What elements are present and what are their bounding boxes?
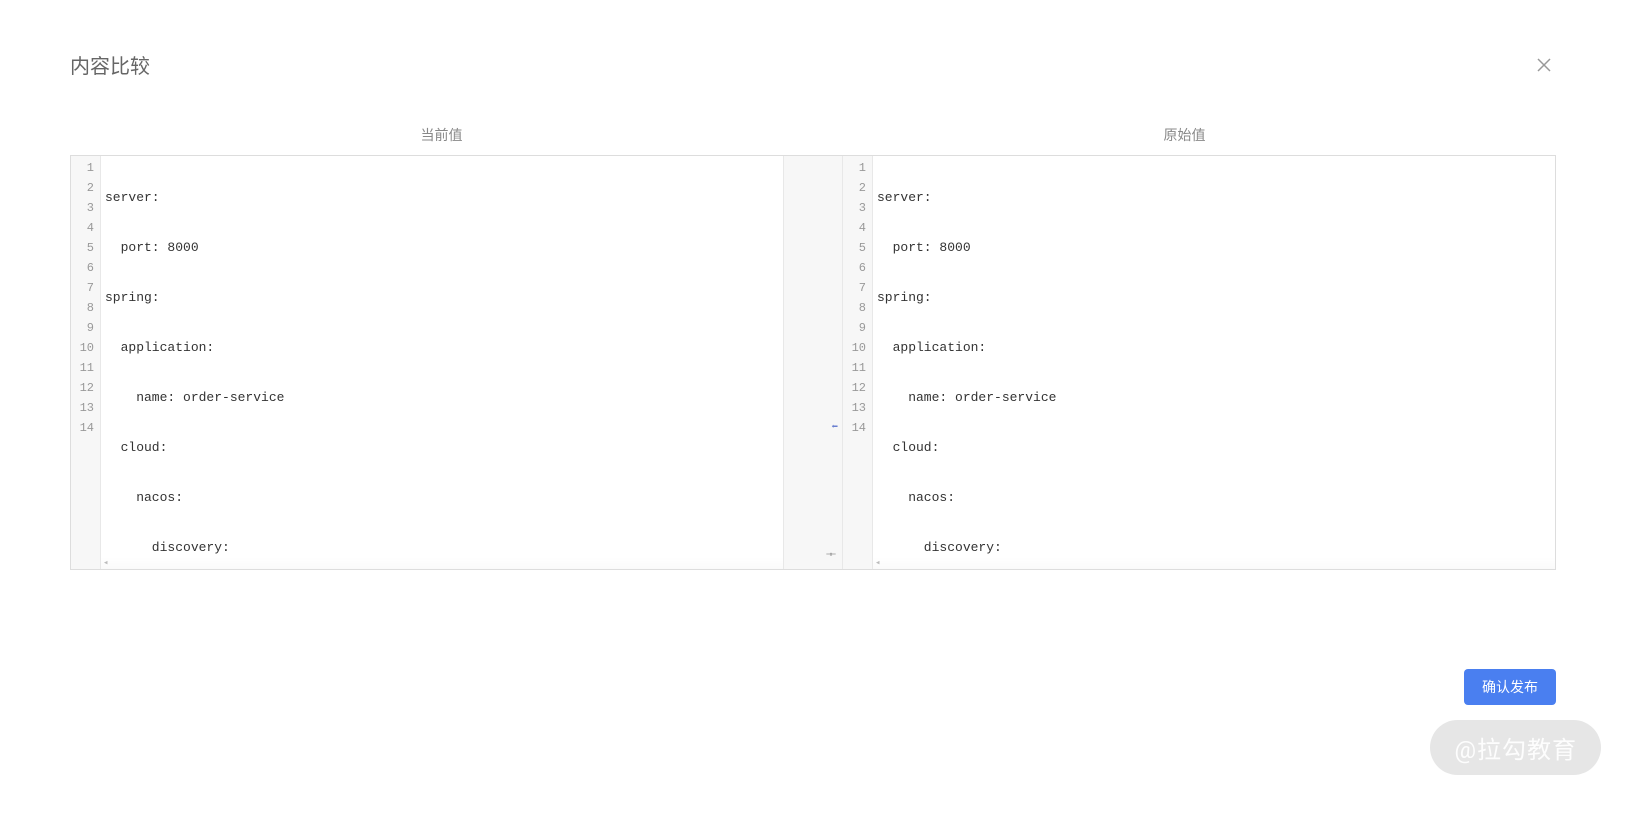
code-line: nacos: [873,488,1555,508]
line-number: 2 [843,178,872,198]
right-gutter: 1 2 3 4 5 6 7 8 9 10 11 12 13 14 [843,156,873,569]
line-number: 11 [843,358,872,378]
line-number: 8 [843,298,872,318]
code-line: server: [101,188,783,208]
diff-container: 1 2 3 4 5 6 7 8 9 10 11 12 13 14 server:… [70,155,1556,570]
left-diff-pane[interactable]: 1 2 3 4 5 6 7 8 9 10 11 12 13 14 server:… [71,156,783,569]
line-number: 12 [71,378,100,398]
diff-modal: 内容比较 当前值 原始值 1 2 3 4 5 6 7 8 9 10 [0,0,1626,570]
line-number: 4 [843,218,872,238]
scroll-left-icon: ◂ [875,558,880,568]
code-line: name: order-service [873,388,1555,408]
scroll-hint: ◂ [101,557,783,569]
modal-footer: 确认发布 [1464,669,1556,705]
line-number: 9 [843,318,872,338]
line-number: 4 [71,218,100,238]
line-number: 6 [843,258,872,278]
left-column-header: 当前值 [70,119,813,151]
confirm-publish-button[interactable]: 确认发布 [1464,669,1556,705]
right-code-area[interactable]: server: port: 8000 spring: application: … [873,156,1555,569]
line-number: 14 [843,418,872,438]
right-diff-pane[interactable]: 1 2 3 4 5 6 7 8 9 10 11 12 13 14 server:… [843,156,1555,569]
code-line: application: [873,338,1555,358]
line-number: 5 [843,238,872,258]
diff-middle-gutter: ⬅ ⇒⇐ [783,156,843,569]
code-line: server: [873,188,1555,208]
line-number: 14 [71,418,100,438]
close-button[interactable] [1532,53,1556,77]
line-number: 9 [71,318,100,338]
line-number: 7 [71,278,100,298]
code-line: port: 8000 [101,238,783,258]
line-number: 7 [843,278,872,298]
watermark: @拉勾教育 [1430,720,1601,775]
code-line: name: order-service [101,388,783,408]
left-code-area[interactable]: server: port: 8000 spring: application: … [101,156,783,569]
line-number: 11 [71,358,100,378]
line-number: 8 [71,298,100,318]
line-number: 6 [71,258,100,278]
line-number: 13 [843,398,872,418]
code-line: nacos: [101,488,783,508]
close-icon [1536,57,1552,73]
code-line: spring: [873,288,1555,308]
modal-title: 内容比较 [70,50,150,79]
line-number: 5 [71,238,100,258]
modal-header: 内容比较 [70,50,1556,79]
code-line: cloud: [101,438,783,458]
scroll-indicator-icon: ⇒⇐ [826,549,834,561]
line-number: 3 [71,198,100,218]
merge-left-arrow[interactable]: ⬅ [831,420,838,434]
right-column-header: 原始值 [813,119,1556,151]
column-headers: 当前值 原始值 [70,119,1556,151]
code-line: application: [101,338,783,358]
line-number: 10 [843,338,872,358]
line-number: 1 [71,158,100,178]
line-number: 2 [71,178,100,198]
line-number: 3 [843,198,872,218]
line-number: 13 [71,398,100,418]
code-line: cloud: [873,438,1555,458]
line-number: 12 [843,378,872,398]
code-line: discovery: [873,538,1555,558]
line-number: 10 [71,338,100,358]
code-line: spring: [101,288,783,308]
scroll-left-icon: ◂ [103,558,108,568]
code-line: discovery: [101,538,783,558]
scroll-hint: ◂ [873,557,1555,569]
code-line: port: 8000 [873,238,1555,258]
line-number: 1 [843,158,872,178]
left-gutter: 1 2 3 4 5 6 7 8 9 10 11 12 13 14 [71,156,101,569]
